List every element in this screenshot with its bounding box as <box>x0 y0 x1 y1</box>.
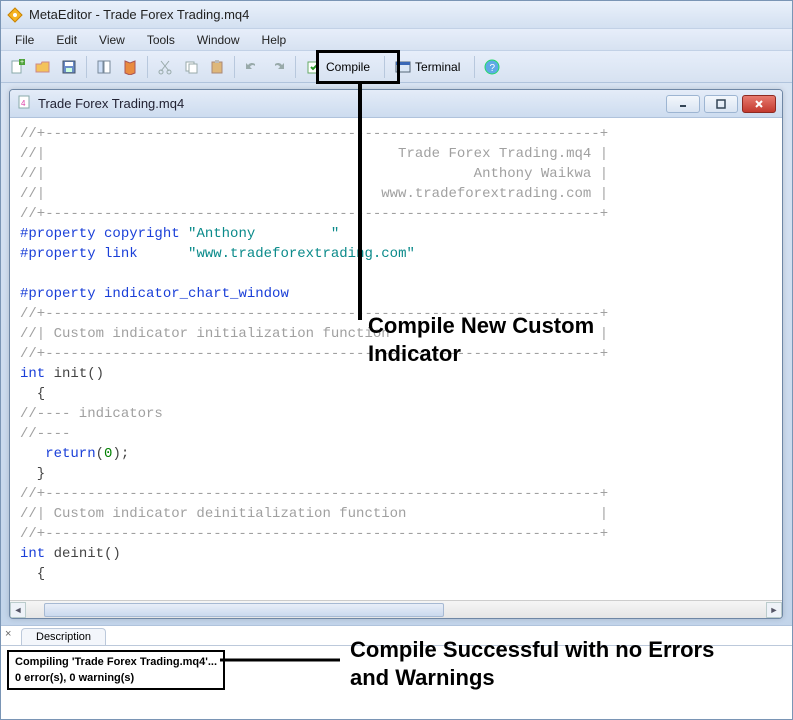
annotation-success: Compile Successful with no Errors and Wa… <box>350 636 750 692</box>
annotation-compile: Compile New Custom Indicator <box>368 312 668 368</box>
